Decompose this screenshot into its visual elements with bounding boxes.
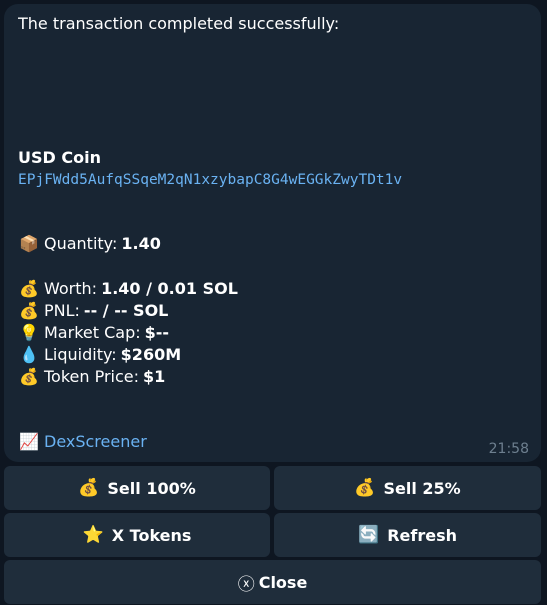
message-time: 21:58 xyxy=(488,441,529,457)
market-cap-row: 💡 Market Cap: $-- xyxy=(18,323,169,342)
token-price-value: $1 xyxy=(143,367,166,386)
dexscreener-row: 📈 DexScreener xyxy=(18,432,147,451)
market-cap-label: Market Cap: xyxy=(44,323,141,342)
pnl-label: PNL: xyxy=(44,301,80,320)
liquidity-label: Liquidity: xyxy=(44,345,117,364)
close-label: Close xyxy=(258,572,308,592)
money-bag-icon: 💰 xyxy=(354,478,376,498)
x-tokens-button[interactable]: ⭐ X Tokens xyxy=(4,513,270,557)
refresh-button[interactable]: 🔄 Refresh xyxy=(274,513,541,557)
quantity-label: Quantity: xyxy=(44,234,118,253)
star-icon: ⭐ xyxy=(82,525,104,545)
pnl-value: -- / -- SOL xyxy=(83,301,169,320)
quantity-value: 1.40 xyxy=(121,234,161,253)
refresh-icon: 🔄 xyxy=(358,525,380,545)
coin-name: USD Coin xyxy=(18,148,101,167)
dexscreener-link[interactable]: DexScreener xyxy=(44,432,147,451)
token-price-row: 💰 Token Price: $1 xyxy=(18,367,165,386)
x-tokens-label: X Tokens xyxy=(111,525,192,545)
market-cap-value: $-- xyxy=(144,323,170,342)
liquidity-value: $260M xyxy=(120,345,182,364)
chart-icon: 📈 xyxy=(19,432,39,451)
money-bag-icon: 💰 xyxy=(78,478,100,498)
token-address[interactable]: EPjFWdd5AufqSSqeM2qN1xzybapC8G4wEGGkZwyT… xyxy=(18,172,402,188)
message-bubble: The transaction completed successfully: … xyxy=(4,4,541,462)
pnl-row: 💰 PNL: -- / -- SOL xyxy=(18,301,168,320)
money-bag-icon: 💰 xyxy=(19,367,39,386)
close-icon: ⓧ xyxy=(237,574,255,595)
quantity-row: 📦 Quantity: 1.40 xyxy=(18,234,161,253)
close-button[interactable]: ⓧ Close xyxy=(4,560,541,604)
bulb-icon: 💡 xyxy=(19,323,39,342)
money-bag-icon: 💰 xyxy=(19,301,39,320)
worth-label: Worth: xyxy=(44,279,98,298)
sell-25-button[interactable]: 💰 Sell 25% xyxy=(274,466,541,510)
worth-row: 💰 Worth: 1.40 / 0.01 SOL xyxy=(18,279,238,298)
money-bag-icon: 💰 xyxy=(19,279,39,298)
refresh-label: Refresh xyxy=(387,525,457,545)
intro-text: The transaction completed successfully: xyxy=(18,14,340,33)
droplet-icon: 💧 xyxy=(19,345,39,364)
token-price-label: Token Price: xyxy=(44,367,140,386)
liquidity-row: 💧 Liquidity: $260M xyxy=(18,345,181,364)
worth-value: 1.40 / 0.01 SOL xyxy=(101,279,238,298)
sell-100-button[interactable]: 💰 Sell 100% xyxy=(4,466,270,510)
sell-100-label: Sell 100% xyxy=(107,478,196,498)
sell-25-label: Sell 25% xyxy=(383,478,461,498)
package-icon: 📦 xyxy=(19,234,39,253)
